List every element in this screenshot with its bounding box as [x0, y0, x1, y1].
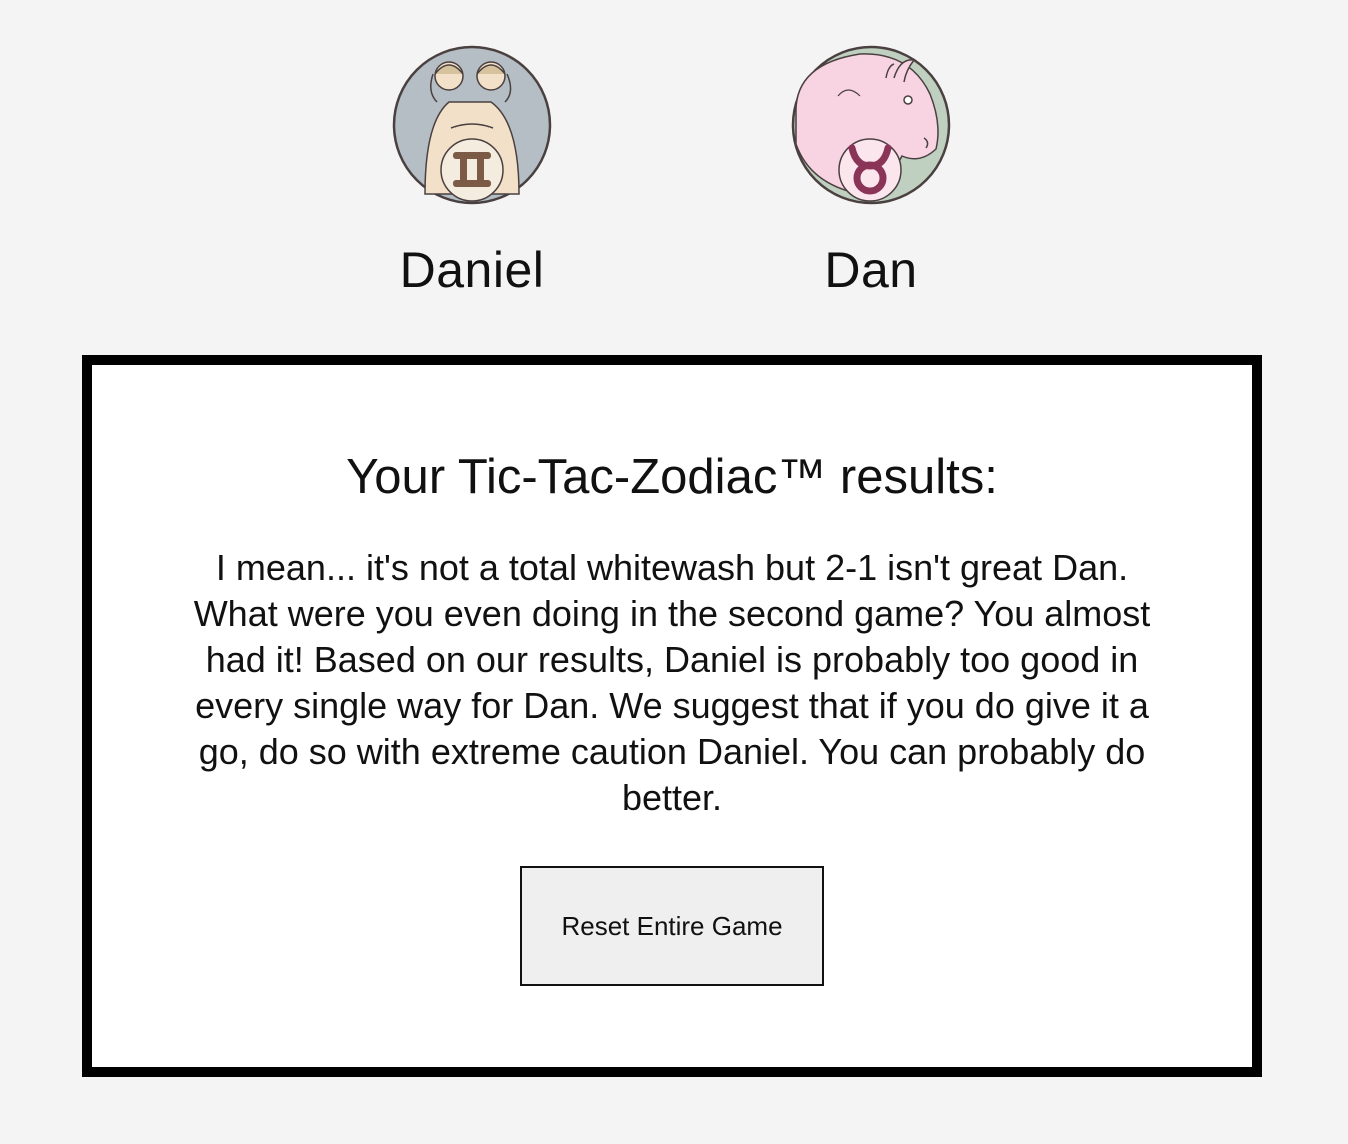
taurus-avatar-icon	[791, 45, 951, 205]
reset-game-button[interactable]: Reset Entire Game	[520, 866, 824, 986]
gemini-avatar-icon	[392, 45, 552, 205]
player-name: Daniel	[399, 242, 545, 298]
results-message: I mean... it's not a total whitewash but…	[193, 547, 1151, 818]
players-row: Daniel Dan	[0, 0, 1348, 330]
results-panel: Your Tic-Tac-Zodiac™ results: I mean... …	[82, 355, 1262, 1077]
player-daniel: Daniel	[322, 44, 622, 298]
player-name: Dan	[824, 242, 918, 298]
player-dan: Dan	[721, 44, 1021, 298]
results-title: Your Tic-Tac-Zodiac™ results:	[346, 450, 998, 504]
